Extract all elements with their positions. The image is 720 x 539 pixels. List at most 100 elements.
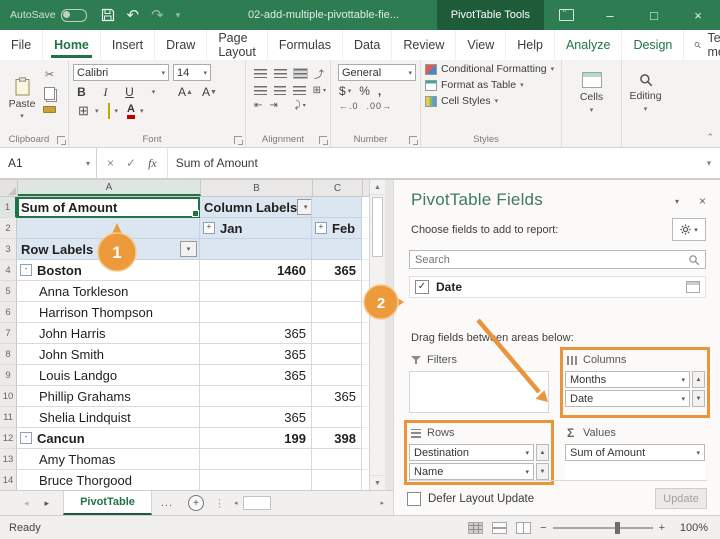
row-header-2[interactable]: 2: [0, 218, 17, 239]
increase-indent-icon[interactable]: ⇥: [269, 100, 277, 111]
select-all-corner[interactable]: [0, 180, 18, 196]
cell-c14[interactable]: [312, 470, 362, 490]
cell-b4[interactable]: 1460: [200, 260, 312, 281]
save-icon[interactable]: [101, 8, 115, 22]
area-field-months[interactable]: Months ▾: [565, 371, 690, 388]
cell-a8[interactable]: John Smith: [17, 344, 200, 365]
page-layout-view-icon[interactable]: [492, 521, 508, 534]
borders-icon[interactable]: ⊞: [75, 103, 92, 119]
row-header-1[interactable]: 1: [0, 197, 17, 218]
cell-a11[interactable]: Shelia Lindquist: [17, 407, 200, 428]
cell-b9[interactable]: 365: [200, 365, 312, 386]
sheet-tab-pivottable[interactable]: PivotTable: [63, 491, 152, 515]
cell-b2[interactable]: + Jan: [200, 218, 312, 239]
insert-function-icon[interactable]: fx: [148, 156, 157, 171]
align-right-icon[interactable]: [293, 86, 306, 95]
percent-style-icon[interactable]: %: [359, 84, 370, 98]
tab-page-layout[interactable]: Page Layout: [207, 30, 268, 60]
column-header-a[interactable]: A: [18, 180, 201, 196]
cell-c7[interactable]: [312, 323, 362, 344]
field-item-date[interactable]: ✓ Date: [409, 276, 706, 298]
field-dropdown-icon[interactable]: ▾: [681, 376, 685, 384]
tab-help[interactable]: Help: [506, 30, 555, 60]
align-left-icon[interactable]: [254, 86, 267, 95]
row-header-4[interactable]: 4: [0, 260, 17, 281]
pane-close-icon[interactable]: ×: [699, 194, 706, 208]
number-format-combo[interactable]: General ▾: [338, 64, 416, 81]
filter-dropdown-icon[interactable]: ▾: [297, 199, 311, 215]
cell-c4[interactable]: 365: [312, 260, 362, 281]
filters-dropzone[interactable]: [409, 371, 549, 413]
scroll-right-icon[interactable]: ▸: [377, 499, 387, 507]
align-middle-icon[interactable]: [274, 69, 287, 78]
row-header-11[interactable]: 11: [0, 407, 17, 428]
merge-center-icon[interactable]: ⊞: [313, 85, 321, 96]
accounting-format-icon[interactable]: $: [339, 84, 346, 98]
scroll-left-icon[interactable]: ◂: [231, 499, 241, 507]
tab-analyze[interactable]: Analyze: [555, 30, 623, 60]
cell-b7[interactable]: 365: [200, 323, 312, 344]
undo-button[interactable]: ↶: [127, 6, 140, 24]
cell-c1[interactable]: [312, 197, 362, 218]
page-break-view-icon[interactable]: [516, 521, 532, 534]
vertical-scrollbar[interactable]: ▲ ▼: [369, 180, 385, 490]
format-as-table-button[interactable]: Format as Table ▾: [425, 79, 557, 91]
prev-sheet-icon[interactable]: ◂: [24, 498, 29, 509]
checkbox-icon[interactable]: [407, 491, 421, 506]
row-header-7[interactable]: 7: [0, 323, 17, 344]
move-up-icon[interactable]: ▲: [536, 444, 549, 461]
cell-a1[interactable]: Sum of Amount: [17, 197, 200, 218]
pane-options-icon[interactable]: ▾: [675, 197, 679, 206]
field-dropdown-icon[interactable]: ▾: [525, 468, 529, 476]
move-up-icon[interactable]: ▲: [692, 371, 705, 388]
editing-button[interactable]: Editing ▾: [626, 64, 665, 122]
row-header-10[interactable]: 10: [0, 386, 17, 407]
cancel-formula-icon[interactable]: ×: [107, 156, 114, 170]
autosave-toggle[interactable]: AutoSave: [10, 8, 87, 22]
field-dropdown-icon[interactable]: ▾: [681, 395, 685, 403]
next-sheet-icon[interactable]: ▸: [45, 498, 50, 509]
vertical-scroll-thumb[interactable]: [372, 197, 383, 257]
wrap-text-icon[interactable]: ⤸: [295, 100, 301, 111]
number-dialog-launcher-icon[interactable]: [409, 136, 418, 145]
decrease-decimal-icon[interactable]: .00→: [367, 101, 393, 111]
zoom-out-icon[interactable]: −: [540, 522, 546, 534]
underline-dropdown-icon[interactable]: ▾: [145, 84, 162, 100]
cell-a4[interactable]: - Boston: [17, 260, 200, 281]
tab-file[interactable]: File: [0, 30, 44, 60]
cell-c12[interactable]: 398: [312, 428, 362, 449]
columns-area[interactable]: Columns Months ▾ Date ▾ ▲ ▼: [560, 347, 710, 418]
font-name-combo[interactable]: Calibri ▾: [73, 64, 169, 81]
cell-a3[interactable]: Row Labels ▾: [17, 239, 200, 260]
column-header-b[interactable]: B: [201, 180, 313, 196]
minimize-button[interactable]: –: [588, 0, 632, 30]
field-dropdown-icon[interactable]: ▾: [696, 449, 700, 457]
cell-b13[interactable]: [200, 449, 312, 470]
align-bottom-icon[interactable]: [293, 68, 308, 79]
tab-data[interactable]: Data: [343, 30, 393, 60]
horizontal-scroll-thumb[interactable]: [242, 496, 271, 510]
cell-a2[interactable]: [17, 218, 200, 239]
format-painter-icon[interactable]: [43, 106, 56, 113]
tools-button[interactable]: ▾: [672, 218, 706, 241]
font-color-icon[interactable]: A: [127, 103, 135, 119]
collapse-ribbon-icon[interactable]: ⌃: [706, 132, 714, 143]
cell-a6[interactable]: Harrison Thompson: [17, 302, 200, 323]
increase-decimal-icon[interactable]: ←.0: [339, 101, 359, 111]
row-header-5[interactable]: 5: [0, 281, 17, 302]
cell-c2[interactable]: + Feb: [312, 218, 362, 239]
decrease-indent-icon[interactable]: ⇤: [254, 100, 262, 111]
column-header-c[interactable]: C: [313, 180, 363, 196]
tab-review[interactable]: Review: [392, 30, 457, 60]
collapse-icon[interactable]: -: [20, 432, 32, 444]
rows-area[interactable]: Rows Destination ▾ Name ▾ ▲ ▼: [404, 420, 554, 485]
zoom-track[interactable]: [552, 521, 653, 534]
cell-c5[interactable]: [312, 281, 362, 302]
move-down-icon[interactable]: ▼: [536, 463, 549, 480]
cell-a10[interactable]: Phillip Grahams: [17, 386, 200, 407]
cell-c13[interactable]: [312, 449, 362, 470]
maximize-button[interactable]: □: [632, 0, 676, 30]
filters-area[interactable]: Filters: [407, 350, 551, 415]
cell-b5[interactable]: [200, 281, 312, 302]
horizontal-scrollbar[interactable]: ◂ ▸: [231, 496, 387, 510]
